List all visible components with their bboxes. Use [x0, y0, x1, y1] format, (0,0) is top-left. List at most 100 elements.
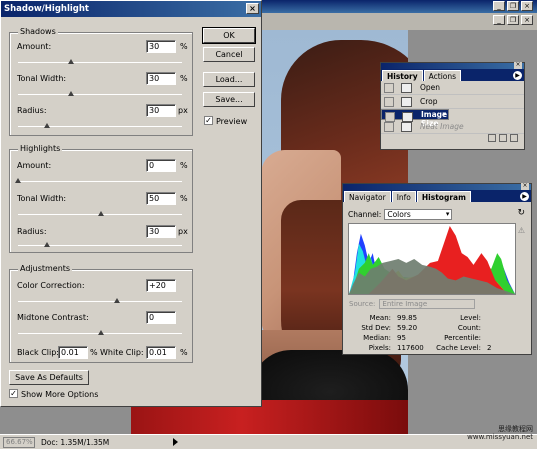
- tab-histogram[interactable]: Histogram: [416, 191, 471, 202]
- highlights-tonal-field[interactable]: 50: [146, 192, 176, 205]
- stat-median-label: Median:: [363, 334, 391, 342]
- source-select[interactable]: Entire Image: [379, 299, 476, 309]
- stat-cache-label: Cache Level:: [436, 344, 481, 352]
- highlights-radius-field[interactable]: 30: [146, 225, 176, 238]
- preview-checkbox[interactable]: ✓: [204, 116, 213, 125]
- radius-label: Radius:: [17, 227, 47, 236]
- load-button[interactable]: Load...: [203, 72, 255, 87]
- zoom-field[interactable]: 66.67%: [3, 436, 35, 448]
- preview-label: Preview: [216, 117, 248, 126]
- stat-count-label: Count:: [457, 324, 481, 332]
- close-icon[interactable]: ×: [521, 1, 533, 11]
- tab-actions[interactable]: Actions: [423, 70, 462, 81]
- dialog-title: Shadow/Highlight: [4, 4, 89, 14]
- midtone-contrast-field[interactable]: 0: [146, 311, 176, 324]
- slider-thumb[interactable]: [44, 123, 50, 128]
- status-menu-arrow-icon[interactable]: [173, 438, 178, 446]
- cache-warning-icon[interactable]: ⚠: [518, 226, 525, 235]
- black-clip-label: Black Clip:: [17, 348, 59, 357]
- stat-median-value: 95: [397, 334, 406, 342]
- history-item[interactable]: Neat Image: [381, 120, 524, 134]
- snapshot-icon[interactable]: [499, 134, 507, 142]
- slider-thumb[interactable]: [68, 59, 74, 64]
- panel-menu-icon[interactable]: ▶: [513, 71, 522, 80]
- stat-pixels-label: Pixels:: [368, 344, 391, 352]
- panel-close-icon[interactable]: ×: [521, 183, 529, 190]
- cancel-button[interactable]: Cancel: [203, 47, 255, 62]
- close-icon[interactable]: ×: [246, 3, 259, 14]
- panel-menu-icon[interactable]: ▶: [520, 192, 529, 201]
- crop-icon: [401, 97, 412, 107]
- black-clip-field[interactable]: 0.01: [58, 346, 88, 359]
- history-source-box[interactable]: [384, 83, 394, 93]
- ok-button[interactable]: OK: [202, 27, 256, 44]
- minimize-icon[interactable]: _: [493, 1, 505, 11]
- highlights-group: Highlights Amount: 0 % Tonal Width: 50 %…: [9, 144, 193, 253]
- slider-thumb[interactable]: [15, 178, 21, 183]
- tonal-width-label: Tonal Width:: [17, 194, 67, 203]
- restore-icon[interactable]: ❐: [507, 1, 519, 11]
- stat-mean-label: Mean:: [369, 314, 391, 322]
- highlights-tonal-slider[interactable]: [18, 211, 182, 216]
- show-more-options-checkbox[interactable]: ✓: [9, 389, 18, 398]
- document-titlebar: _ ❐ ×: [262, 0, 537, 13]
- source-label: Source:: [349, 300, 376, 308]
- color-correction-label: Color Correction:: [17, 281, 85, 290]
- amount-label: Amount:: [17, 42, 52, 51]
- status-bar: 66.67% Doc: 1.35M/1.35M: [0, 434, 537, 449]
- history-item-selected[interactable]: Image Size: [381, 109, 449, 128]
- shadows-tonal-slider[interactable]: [18, 91, 182, 96]
- color-correction-field[interactable]: +20: [146, 279, 176, 292]
- shadows-group: Shadows Amount: 30 % Tonal Width: 30 % R…: [9, 27, 193, 136]
- close-icon[interactable]: ×: [521, 15, 533, 25]
- shadows-amount-field[interactable]: 30: [146, 40, 176, 53]
- highlights-amount-slider[interactable]: [15, 178, 182, 183]
- highlights-amount-field[interactable]: 0: [146, 159, 176, 172]
- tab-history[interactable]: History: [382, 70, 423, 81]
- trash-icon[interactable]: [510, 134, 518, 142]
- history-item[interactable]: Crop: [381, 95, 524, 109]
- stat-pixels-value: 117600: [397, 344, 424, 352]
- adjustments-group: Adjustments Color Correction: +20 Midton…: [9, 264, 193, 363]
- shadows-tonal-field[interactable]: 30: [146, 72, 176, 85]
- doc-info: Doc: 1.35M/1.35M: [41, 437, 110, 447]
- restore-icon[interactable]: ❐: [507, 15, 519, 25]
- new-document-icon[interactable]: [488, 134, 496, 142]
- highlights-radius-slider[interactable]: [18, 242, 182, 247]
- color-correction-slider[interactable]: [18, 298, 182, 303]
- open-icon: [401, 83, 412, 93]
- slider-thumb[interactable]: [44, 242, 50, 247]
- midtone-contrast-slider[interactable]: [18, 330, 182, 335]
- save-button[interactable]: Save...: [203, 92, 255, 107]
- stat-stddev-value: 59.20: [397, 324, 418, 332]
- shadows-amount-slider[interactable]: [18, 59, 182, 64]
- group-title: Highlights: [18, 144, 63, 153]
- shadows-radius-slider[interactable]: [18, 123, 182, 128]
- app-window-controls: _ ❐ ×: [493, 15, 533, 25]
- stat-percentile-label: Percentile:: [444, 334, 481, 342]
- slider-thumb[interactable]: [114, 298, 120, 303]
- dialog-titlebar: Shadow/Highlight ×: [1, 1, 261, 17]
- white-clip-field[interactable]: 0.01: [146, 346, 176, 359]
- history-source-box[interactable]: [384, 122, 394, 132]
- amount-label: Amount:: [17, 161, 52, 170]
- watermark: 思缘教程网 www.missyuan.net: [467, 425, 533, 441]
- tab-navigator[interactable]: Navigator: [344, 191, 391, 202]
- white-clip-label: White Clip:: [100, 348, 144, 357]
- tab-info[interactable]: Info: [391, 191, 416, 202]
- refresh-icon[interactable]: ↻: [517, 208, 525, 218]
- slider-thumb[interactable]: [98, 211, 104, 216]
- history-item[interactable]: Open: [381, 81, 524, 95]
- slider-thumb[interactable]: [68, 91, 74, 96]
- group-title: Shadows: [18, 27, 58, 36]
- histogram-graph: [348, 223, 516, 295]
- stat-mean-value: 99.85: [397, 314, 418, 322]
- shadows-radius-field[interactable]: 30: [146, 104, 176, 117]
- panel-close-icon[interactable]: ×: [514, 62, 522, 69]
- stat-level-label: Level:: [460, 314, 481, 322]
- slider-thumb[interactable]: [98, 330, 104, 335]
- minimize-icon[interactable]: _: [493, 15, 505, 25]
- save-as-defaults-button[interactable]: Save As Defaults: [9, 370, 89, 385]
- channel-select[interactable]: Colors: [384, 209, 453, 220]
- history-source-box[interactable]: [384, 97, 394, 107]
